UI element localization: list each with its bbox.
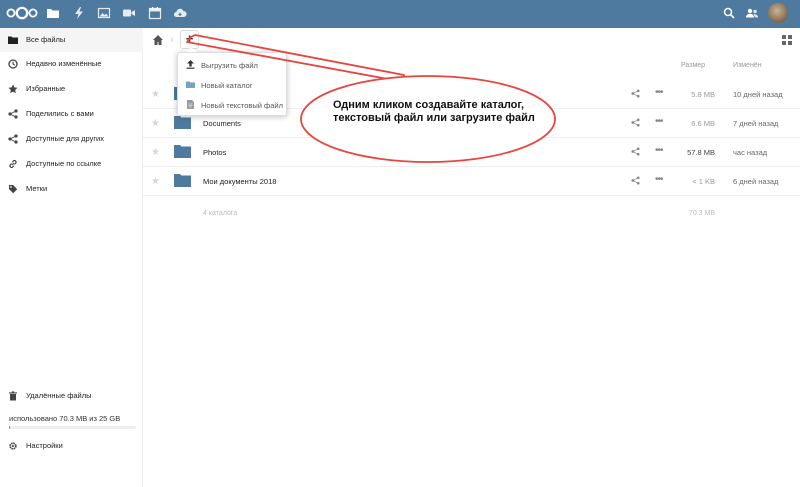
share-icon[interactable] [631,147,640,156]
folder-icon [8,36,18,44]
contacts-icon[interactable] [745,6,759,20]
new-item-menu: Выгрузить файл Новый каталог Новый текст… [177,47,288,116]
gear-icon [9,442,17,450]
file-size: 5.8 MB [691,90,715,99]
file-row[interactable]: ★ Photos ••• 57.8 MB час назад [143,138,800,167]
menu-item-label: Новый каталог [201,81,253,90]
file-size: 6.6 MB [691,119,715,128]
share-icon[interactable] [631,118,640,127]
file-name[interactable]: Photos [203,148,226,157]
share-icon [8,109,18,119]
storage-quota-bar [9,426,136,429]
sidebar-item-label: Удалённые файлы [26,391,92,400]
favorite-star-icon[interactable]: ★ [151,89,160,100]
video-app-icon[interactable] [122,6,136,20]
more-actions-icon[interactable]: ••• [655,145,663,156]
more-actions-icon[interactable]: ••• [655,87,663,98]
activity-app-icon[interactable] [72,6,86,20]
folder-icon [174,145,191,158]
sidebar-item-label: Доступные для других [26,134,104,143]
share-icon[interactable] [631,176,640,185]
text-file-icon [187,100,194,109]
star-icon [8,84,18,94]
sidebar-item-shared-with-you[interactable]: Поделились с вами [0,102,143,126]
calendar-app-icon[interactable] [148,6,162,20]
top-header-bar [0,0,800,28]
sidebar-item-recent[interactable]: Недавно изменённые [0,52,143,76]
share-icon [8,134,18,144]
gallery-app-icon[interactable] [97,6,111,20]
folder-icon [186,81,195,88]
nextcloud-logo[interactable] [6,6,38,20]
favorite-star-icon[interactable]: ★ [151,118,160,129]
home-icon[interactable] [152,34,164,46]
menu-item-new-text-file[interactable]: Новый текстовый файл [178,95,288,115]
file-size: 57.8 MB [687,148,715,157]
file-size: < 1 KB [692,177,715,186]
grid-view-icon[interactable] [782,35,792,45]
link-icon [9,159,17,169]
sidebar-item-label: Доступные по ссылке [26,159,102,168]
menu-item-label: Новый текстовый файл [201,101,283,110]
modified-column-header[interactable]: Изменён [733,62,762,69]
menu-item-new-folder[interactable]: Новый каталог [178,75,288,95]
sidebar-item-tags[interactable]: Метки [0,177,143,201]
sidebar-item-settings[interactable]: Настройки [0,434,143,458]
sidebar-item-shared-with-others[interactable]: Доступные для других [0,127,143,151]
trash-icon [9,391,17,401]
file-name[interactable]: Documents [203,119,241,128]
sidebar-item-label: Настройки [26,441,63,450]
sidebar-item-label: Все файлы [26,35,66,44]
sidebar-item-label: Избранные [26,84,66,93]
file-name[interactable]: Мои документы 2018 [203,177,276,186]
sidebar-item-favorites[interactable]: Избранные [0,77,143,101]
sidebar-item-label: Недавно изменённые [26,59,102,68]
sidebar-item-label: Метки [26,184,48,193]
upload-icon [186,60,195,69]
annotation-text: Одним кликом создавайте каталог, текстов… [333,99,535,124]
file-row[interactable]: ★ Мои документы 2018 ••• < 1 KB 6 дней н… [143,167,800,196]
folder-count-summary: 4 каталога [203,210,238,217]
menu-item-label: Выгрузить файл [201,61,258,70]
storage-quota-fill [9,426,10,429]
sidebar-item-label: Поделились с вами [26,109,94,118]
sidebar-item-shared-by-link[interactable]: Доступные по ссылке [0,152,143,176]
more-actions-icon[interactable]: ••• [655,174,663,185]
file-modified: час назад [733,148,768,157]
folder-icon [174,174,191,187]
files-app-icon[interactable] [46,6,60,20]
favorite-star-icon[interactable]: ★ [151,147,160,158]
clock-icon [8,59,18,69]
user-avatar[interactable] [768,3,788,23]
sidebar-item-all-files[interactable]: Все файлы [0,28,143,52]
file-modified: 6 дней назад [733,177,779,186]
share-icon[interactable] [631,89,640,98]
total-size-summary: 70.3 MB [688,210,715,217]
more-actions-icon[interactable]: ••• [655,116,663,127]
menu-item-upload-file[interactable]: Выгрузить файл [178,55,288,75]
sidebar-item-deleted-files[interactable]: Удалённые файлы [0,384,143,408]
file-modified: 10 дней назад [733,90,783,99]
size-column-header[interactable]: Размер [681,62,705,69]
storage-quota-text: использовано 70.3 MB из 25 GB [9,414,121,423]
sidebar: Все файлы Недавно изменённые Избранные П… [0,28,143,487]
favorite-star-icon[interactable]: ★ [151,176,160,187]
cloud-app-icon[interactable] [173,6,187,20]
breadcrumb-separator-icon: › [170,34,174,46]
tag-icon [9,185,18,194]
file-modified: 7 дней назад [733,119,779,128]
folder-icon [174,116,191,129]
search-icon[interactable] [722,6,736,20]
